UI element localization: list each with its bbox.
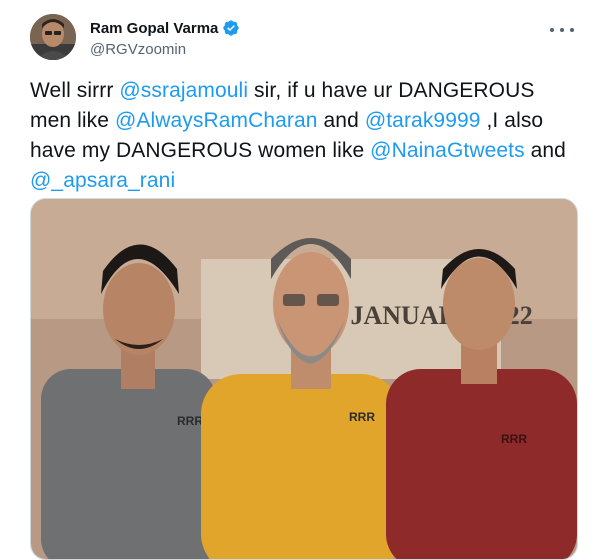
name-row: Ram Gopal Varma: [90, 17, 240, 39]
more-dot: [570, 28, 574, 32]
author-handle[interactable]: @RGVzoomin: [90, 41, 240, 58]
mention-link[interactable]: @NainaGtweets: [370, 139, 525, 162]
badge-left: RRR: [177, 414, 203, 428]
author-avatar[interactable]: [30, 14, 76, 60]
tweet-text-segment: Well sirrr: [30, 79, 120, 102]
tweet-card[interactable]: Ram Gopal Varma @RGVzoomin Well sirrr @s…: [0, 0, 600, 560]
avatar-image: [30, 14, 76, 60]
photo-image: 7 JANUARY 2022 RRR RRR RRR: [31, 199, 577, 559]
mention-link[interactable]: @tarak9999: [365, 109, 481, 132]
verified-badge-icon: [222, 19, 240, 37]
tweet-text: Well sirrr @ssrajamouli sir, if u have u…: [30, 76, 580, 196]
more-dot: [560, 28, 564, 32]
more-dot: [550, 28, 554, 32]
more-horizontal-icon[interactable]: [550, 20, 574, 40]
author-display-name[interactable]: Ram Gopal Varma: [90, 20, 218, 37]
author-info: Ram Gopal Varma @RGVzoomin: [90, 17, 240, 58]
tweet-photo[interactable]: 7 JANUARY 2022 RRR RRR RRR: [30, 198, 578, 560]
mention-link[interactable]: @_apsara_rani: [30, 169, 175, 192]
tweet-text-segment: and: [524, 139, 566, 162]
tweet-text-segment: and: [317, 109, 365, 132]
badge-middle: RRR: [349, 410, 375, 424]
badge-right: RRR: [501, 432, 527, 446]
mention-link[interactable]: @AlwaysRamCharan: [115, 109, 318, 132]
mention-link[interactable]: @ssrajamouli: [119, 79, 248, 102]
